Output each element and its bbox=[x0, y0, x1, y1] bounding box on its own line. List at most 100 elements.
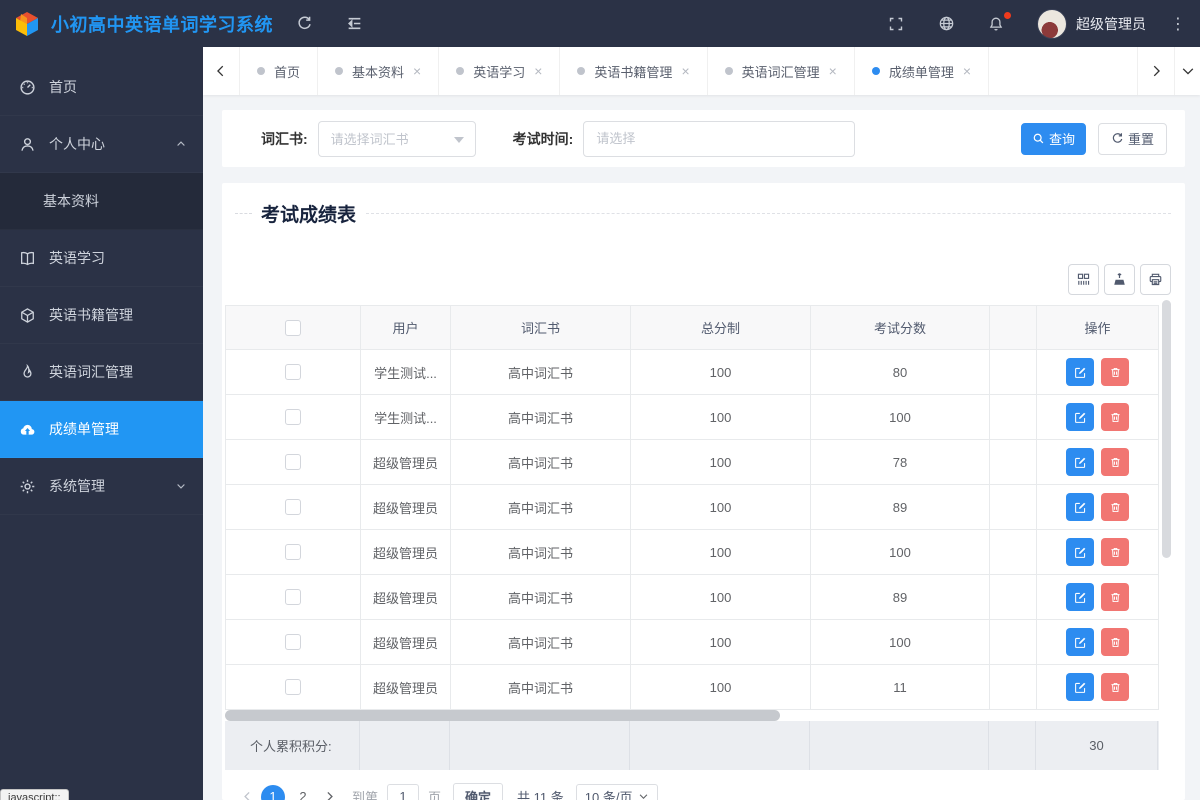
summary-label: 个人累积积分: bbox=[225, 721, 360, 770]
row-checkbox[interactable] bbox=[285, 634, 301, 650]
row-checkbox[interactable] bbox=[285, 454, 301, 470]
delete-button[interactable] bbox=[1101, 448, 1129, 476]
gear-icon bbox=[19, 478, 36, 495]
username[interactable]: 超级管理员 bbox=[1076, 14, 1146, 34]
edit-button[interactable] bbox=[1066, 673, 1094, 701]
table-row: 超级管理员 高中词汇书 100 89 bbox=[226, 575, 1159, 620]
export-button[interactable] bbox=[1104, 264, 1135, 295]
columns-display-button[interactable] bbox=[1068, 264, 1099, 295]
page-1-button[interactable]: 1 bbox=[261, 784, 285, 800]
cell-total: 100 bbox=[631, 530, 811, 574]
book-icon bbox=[19, 250, 36, 267]
reset-refresh-icon bbox=[1111, 132, 1124, 145]
col-total: 总分制 bbox=[631, 306, 811, 349]
cell-user: 超级管理员 bbox=[361, 620, 451, 664]
cell-user: 学生测试... bbox=[361, 350, 451, 394]
tabs-scroll-right-button[interactable] bbox=[1137, 47, 1174, 95]
cell-total: 100 bbox=[631, 485, 811, 529]
tab-score-management[interactable]: 成绩单管理 × bbox=[855, 47, 990, 95]
refresh-icon[interactable] bbox=[295, 15, 313, 33]
tab-dot bbox=[257, 67, 265, 75]
cell-score: 11 bbox=[811, 665, 990, 709]
chevron-down-icon bbox=[175, 480, 187, 492]
delete-button[interactable] bbox=[1101, 403, 1129, 431]
vocab-book-select[interactable]: 请选择词汇书 bbox=[317, 120, 476, 157]
reset-button[interactable]: 重置 bbox=[1097, 122, 1167, 155]
table-toolbar bbox=[222, 264, 1171, 295]
confirm-page-button[interactable]: 确定 bbox=[453, 783, 504, 800]
more-menu-icon[interactable]: ⋮ bbox=[1170, 14, 1186, 34]
select-all-checkbox[interactable] bbox=[285, 319, 301, 336]
edit-button[interactable] bbox=[1066, 583, 1094, 611]
edit-button[interactable] bbox=[1066, 493, 1094, 521]
row-checkbox[interactable] bbox=[285, 499, 301, 515]
sidebar-item-score-management[interactable]: 成绩单管理 bbox=[0, 401, 203, 458]
cell-total: 100 bbox=[631, 350, 811, 394]
delete-button[interactable] bbox=[1101, 538, 1129, 566]
edit-button[interactable] bbox=[1066, 538, 1094, 566]
tab-vocab-management[interactable]: 英语词汇管理 × bbox=[708, 47, 855, 95]
horizontal-scrollbar bbox=[225, 710, 1159, 721]
menu-fold-icon[interactable] bbox=[345, 15, 363, 33]
sidebar-item-book-management[interactable]: 英语书籍管理 bbox=[0, 287, 203, 344]
tab-bar: 首页 基本资料 × 英语学习 × 英语书籍管理 × 英语词汇管理 × 成绩单管理… bbox=[203, 47, 1200, 95]
tab-close-icon[interactable]: × bbox=[413, 64, 421, 78]
delete-button[interactable] bbox=[1101, 493, 1129, 521]
print-button[interactable] bbox=[1140, 264, 1171, 295]
delete-button[interactable] bbox=[1101, 583, 1129, 611]
row-checkbox[interactable] bbox=[285, 544, 301, 560]
horizontal-scrollbar-thumb[interactable] bbox=[225, 710, 780, 721]
page-2-button[interactable]: 2 bbox=[291, 785, 315, 800]
tab-close-icon[interactable]: × bbox=[534, 64, 542, 78]
tab-close-icon[interactable]: × bbox=[681, 64, 689, 78]
sidebar-item-vocab-management[interactable]: 英语词汇管理 bbox=[0, 344, 203, 401]
cell-score: 89 bbox=[811, 575, 990, 619]
tab-book-management[interactable]: 英语书籍管理 × bbox=[560, 47, 708, 95]
delete-button[interactable] bbox=[1101, 673, 1129, 701]
row-checkbox[interactable] bbox=[285, 409, 301, 425]
next-page-button[interactable] bbox=[318, 785, 340, 800]
row-checkbox[interactable] bbox=[285, 364, 301, 380]
vertical-scrollbar-thumb[interactable] bbox=[1162, 300, 1171, 558]
exam-time-input[interactable] bbox=[583, 120, 856, 157]
row-checkbox[interactable] bbox=[285, 589, 301, 605]
language-globe-icon[interactable] bbox=[937, 15, 955, 33]
edit-button[interactable] bbox=[1066, 628, 1094, 656]
sidebar-item-personal-center[interactable]: 个人中心 bbox=[0, 116, 203, 173]
cell-book: 高中词汇书 bbox=[451, 350, 631, 394]
user-avatar[interactable] bbox=[1037, 8, 1067, 39]
tab-close-icon[interactable]: × bbox=[829, 64, 837, 78]
sidebar-item-english-study[interactable]: 英语学习 bbox=[0, 230, 203, 287]
filter-bar: 词汇书: 请选择词汇书 考试时间: 查询 bbox=[222, 110, 1185, 167]
tab-basic-profile[interactable]: 基本资料 × bbox=[318, 47, 440, 95]
sidebar-item-home[interactable]: 首页 bbox=[0, 59, 203, 116]
delete-button[interactable] bbox=[1101, 358, 1129, 386]
user-icon bbox=[19, 136, 36, 153]
sidebar-item-system-management[interactable]: 系统管理 bbox=[0, 458, 203, 515]
page-size-select[interactable]: 10 条/页 bbox=[575, 783, 659, 800]
edit-button[interactable] bbox=[1066, 358, 1094, 386]
table-row: 学生测试... 高中词汇书 100 80 bbox=[226, 350, 1159, 395]
delete-button[interactable] bbox=[1101, 628, 1129, 656]
title-line bbox=[366, 213, 1171, 214]
search-icon bbox=[1032, 132, 1045, 145]
tabs-scroll-left-button[interactable] bbox=[203, 47, 240, 95]
vocab-book-label: 词汇书: bbox=[261, 130, 308, 147]
cell-book: 高中词汇书 bbox=[451, 620, 631, 664]
table-row: 超级管理员 高中词汇书 100 78 bbox=[226, 440, 1159, 485]
fullscreen-icon[interactable] bbox=[887, 15, 905, 33]
tab-close-icon[interactable]: × bbox=[963, 64, 971, 78]
row-checkbox[interactable] bbox=[285, 679, 301, 695]
edit-button[interactable] bbox=[1066, 403, 1094, 431]
cell-user: 超级管理员 bbox=[361, 485, 451, 529]
prev-page-button[interactable] bbox=[236, 785, 258, 800]
tab-english-study[interactable]: 英语学习 × bbox=[439, 47, 561, 95]
tab-home[interactable]: 首页 bbox=[240, 47, 319, 95]
notification-bell-icon[interactable] bbox=[987, 11, 1011, 33]
edit-button[interactable] bbox=[1066, 448, 1094, 476]
goto-page-input[interactable] bbox=[387, 783, 420, 800]
search-button[interactable]: 查询 bbox=[1020, 122, 1086, 155]
tabs-menu-button[interactable] bbox=[1174, 47, 1200, 95]
app-title: 小初高中英语单词学习系统 bbox=[51, 14, 273, 35]
sidebar-item-basic-profile[interactable]: 基本资料 bbox=[0, 173, 203, 230]
